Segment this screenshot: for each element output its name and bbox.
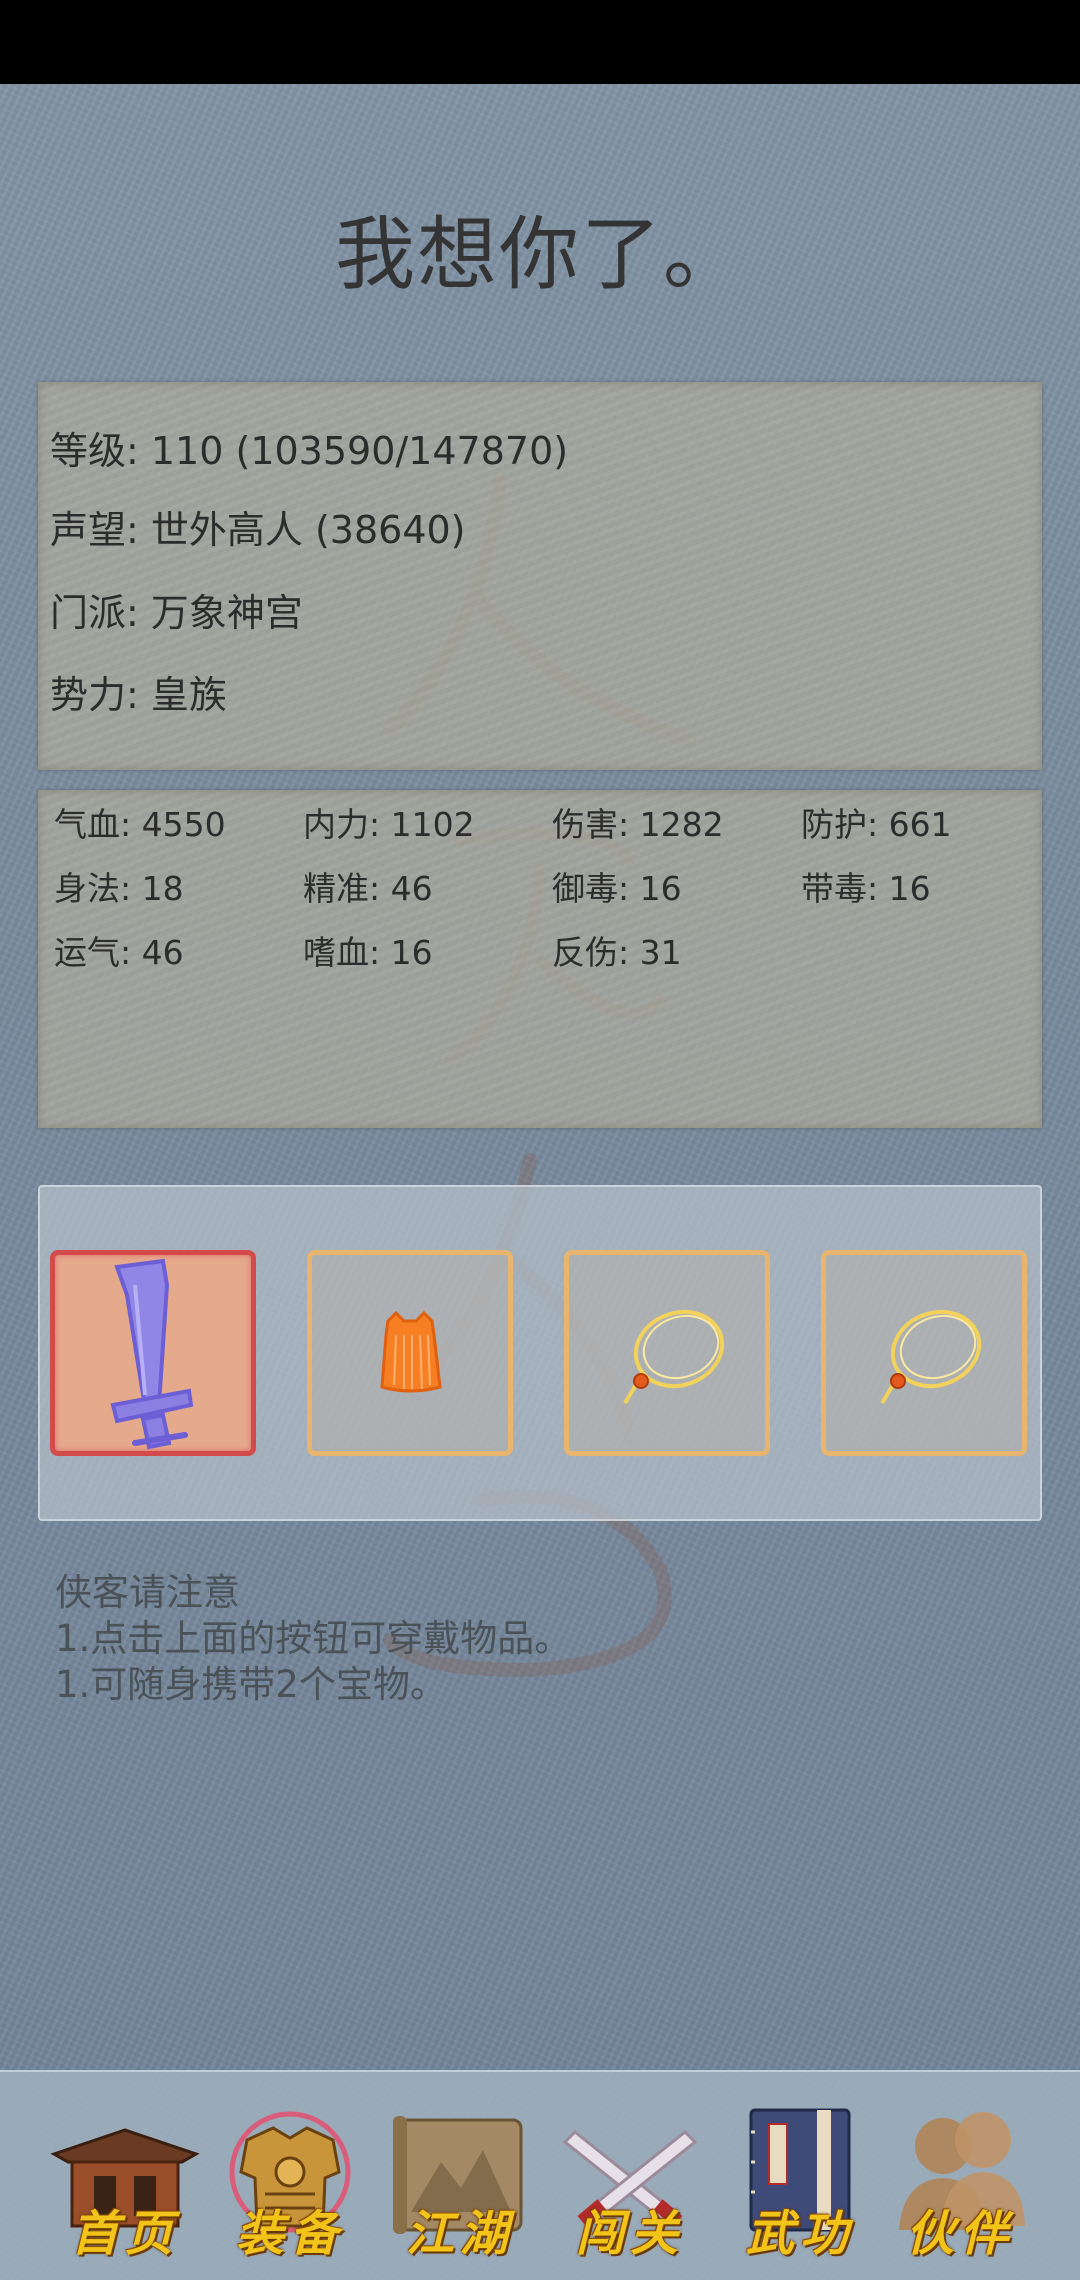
necklace-icon — [623, 1309, 725, 1405]
attributes-panel: 气血: 4550 内力: 1102 伤害: 1282 防护: 661 身法: 1… — [38, 790, 1042, 1128]
robe-icon — [380, 1310, 442, 1393]
stat-hp: 气血: 4550 — [54, 805, 226, 844]
necklace-icon — [880, 1309, 982, 1405]
equipment-panel — [38, 1185, 1042, 1521]
stat-defense: 防护: 661 — [801, 805, 952, 844]
nav-equipment[interactable]: 装备 — [215, 2102, 365, 2262]
stat-internal-force: 内力: 1102 — [303, 805, 475, 844]
stat-agility: 身法: 18 — [54, 869, 184, 908]
notice-line-1: 1.点击上面的按钮可穿戴物品。 — [55, 1617, 572, 1660]
notice-heading: 侠客请注意 — [55, 1571, 240, 1614]
stat-poison-resist: 御毒: 16 — [552, 869, 682, 908]
notice-text: 侠客请注意 1.点击上面的按钮可穿戴物品。 1.可随身携带2个宝物。 — [55, 1570, 571, 1708]
nav-jianghu-label: 江湖 — [405, 2206, 514, 2262]
nav-jianghu[interactable]: 江湖 — [385, 2102, 535, 2262]
character-info-panel: 等级: 110 (103590/147870) 声望: 世外高人 (38640)… — [38, 382, 1042, 770]
stat-damage: 伤害: 1282 — [552, 805, 724, 844]
nav-martial-arts[interactable]: 武功 — [725, 2102, 875, 2262]
page-title: 我想你了。 — [335, 208, 745, 301]
nav-home[interactable]: 首页 — [50, 2102, 200, 2262]
equip-slot-armor[interactable] — [307, 1250, 513, 1456]
bottom-navigation: 首页 装备 江湖 闯关 武功 伙伴 — [0, 2070, 1080, 2280]
stat-reflect: 反伤: 31 — [552, 933, 682, 972]
equip-slot-accessory-2[interactable] — [821, 1250, 1027, 1456]
stat-poison: 带毒: 16 — [801, 869, 931, 908]
nav-challenge-label: 闯关 — [575, 2206, 684, 2262]
nav-home-label: 首页 — [70, 2206, 179, 2262]
stat-lifesteal: 嗜血: 16 — [303, 933, 433, 972]
level-text: 等级: 110 (103590/147870) — [50, 429, 569, 473]
sect-text: 门派: 万象神宫 — [50, 591, 303, 635]
stat-accuracy: 精准: 46 — [303, 869, 433, 908]
reputation-text: 声望: 世外高人 (38640) — [50, 508, 466, 552]
nav-companions[interactable]: 伙伴 — [885, 2102, 1035, 2262]
notice-line-2: 1.可随身携带2个宝物。 — [55, 1663, 447, 1706]
status-bar — [0, 0, 1080, 84]
equip-slot-weapon[interactable] — [50, 1250, 256, 1456]
nav-equipment-label: 装备 — [235, 2206, 344, 2262]
nav-challenge[interactable]: 闯关 — [555, 2102, 705, 2262]
faction-text: 势力: 皇族 — [50, 673, 227, 717]
equip-slot-accessory-1[interactable] — [564, 1250, 770, 1456]
sword-icon — [110, 1258, 194, 1450]
nav-companions-label: 伙伴 — [905, 2206, 1014, 2262]
stat-luck: 运气: 46 — [54, 933, 184, 972]
nav-martial-arts-label: 武功 — [745, 2206, 854, 2262]
